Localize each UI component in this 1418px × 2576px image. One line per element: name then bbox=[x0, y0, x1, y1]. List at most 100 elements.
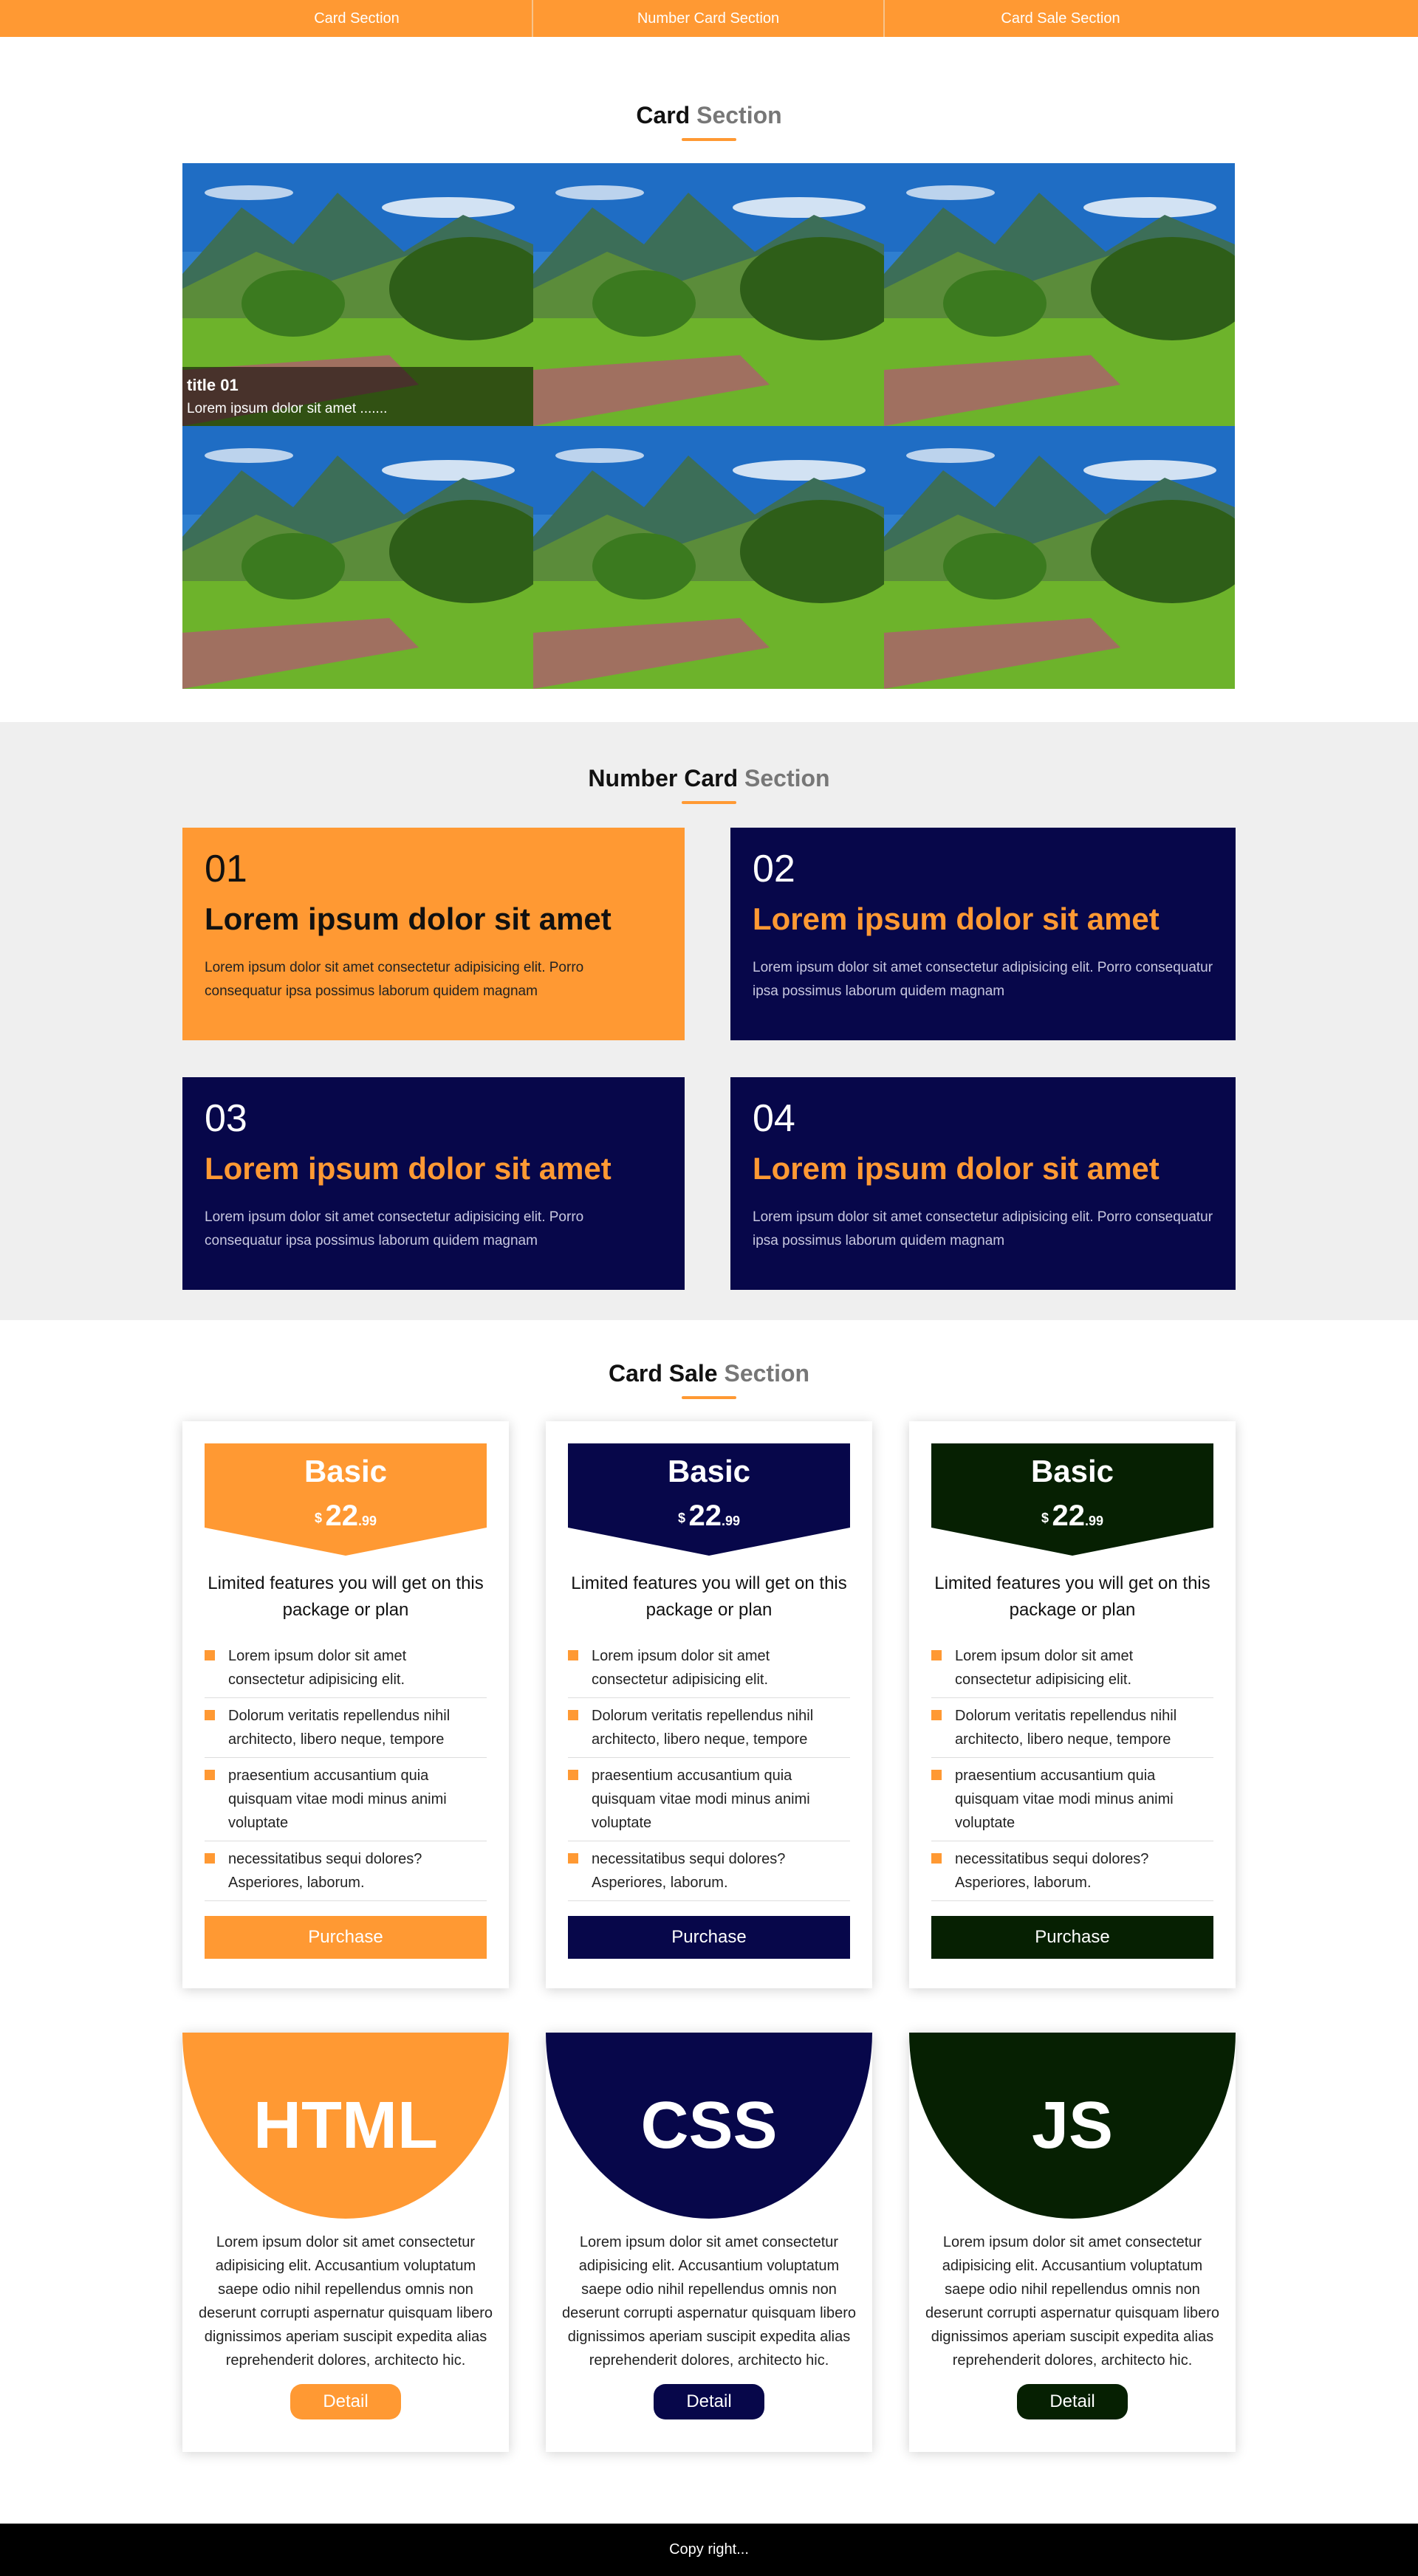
card-sale-section: Card Sale Section Basic $ 22.99 Limited … bbox=[0, 1320, 1418, 2524]
tech-label: CSS bbox=[640, 2088, 778, 2163]
feature-text: necessitatibus sequi dolores? Asperiores… bbox=[228, 1851, 422, 1891]
gallery-tile[interactable]: title 01 Lorem ipsum dolor sit amet ....… bbox=[182, 163, 533, 426]
square-bullet-icon bbox=[568, 1710, 578, 1720]
nav-link-card-section[interactable]: Card Section bbox=[182, 0, 533, 37]
detail-button[interactable]: Detail bbox=[1017, 2384, 1128, 2419]
feature-text: Lorem ipsum dolor sit amet consectetur a… bbox=[955, 1648, 1134, 1688]
feature-item: Dolorum veritatis repellendus nihil arch… bbox=[205, 1698, 487, 1758]
feature-text: praesentium accusantium quia quisquam vi… bbox=[592, 1768, 810, 1831]
card-title: Lorem ipsum dolor sit amet bbox=[205, 901, 612, 936]
detail-button[interactable]: Detail bbox=[290, 2384, 401, 2419]
price-amount: 22 bbox=[688, 1500, 722, 1532]
tech-card-grid: HTML Lorem ipsum dolor sit amet consecte… bbox=[182, 2010, 1236, 2452]
price-card: Basic $ 22.99 Limited features you will … bbox=[546, 1421, 872, 1988]
number-card-section: Number Card Section 01 Lorem ipsum dolor… bbox=[0, 722, 1418, 1320]
gallery-tile[interactable] bbox=[533, 426, 884, 689]
tech-description: Lorem ipsum dolor sit amet consectetur a… bbox=[562, 2234, 856, 2369]
plan-title: Basic bbox=[667, 1454, 751, 1488]
card-text: Lorem ipsum dolor sit amet consectetur a… bbox=[205, 1209, 584, 1248]
feature-item: Lorem ipsum dolor sit amet consectetur a… bbox=[205, 1638, 487, 1698]
landscape-image bbox=[884, 426, 1235, 689]
square-bullet-icon bbox=[205, 1770, 215, 1780]
landscape-image bbox=[182, 426, 533, 689]
landscape-image bbox=[533, 426, 884, 689]
feature-text: praesentium accusantium quia quisquam vi… bbox=[228, 1768, 447, 1831]
plan-price: $ 22.99 bbox=[205, 1500, 487, 1533]
feature-item: praesentium accusantium quia quisquam vi… bbox=[205, 1758, 487, 1841]
price-header: Basic $ 22.99 bbox=[205, 1443, 487, 1556]
price-currency: $ bbox=[678, 1511, 686, 1525]
price-cents: .99 bbox=[357, 1514, 377, 1528]
plan-description: Limited features you will get on this pa… bbox=[208, 1573, 484, 1620]
section-title: Card Section bbox=[0, 102, 1418, 129]
tile-caption-text: Lorem ipsum dolor sit amet ....... bbox=[187, 401, 388, 416]
purchase-button[interactable]: Purchase bbox=[931, 1916, 1213, 1959]
gallery-tile[interactable] bbox=[884, 163, 1235, 426]
square-bullet-icon bbox=[205, 1710, 215, 1720]
square-bullet-icon bbox=[931, 1770, 942, 1780]
number-card: 03 Lorem ipsum dolor sit amet Lorem ipsu… bbox=[182, 1077, 685, 1290]
price-cents: .99 bbox=[1084, 1514, 1103, 1528]
nav-link-number-card-section[interactable]: Number Card Section bbox=[533, 0, 885, 37]
card-text: Lorem ipsum dolor sit amet consectetur a… bbox=[753, 1209, 1213, 1248]
card-title: Lorem ipsum dolor sit amet bbox=[205, 1151, 612, 1186]
footer-text: Copy right... bbox=[669, 2541, 749, 2558]
tech-label: HTML bbox=[253, 2088, 438, 2163]
feature-item: praesentium accusantium quia quisquam vi… bbox=[931, 1758, 1213, 1841]
square-bullet-icon bbox=[931, 1710, 942, 1720]
price-card: Basic $ 22.99 Limited features you will … bbox=[182, 1421, 509, 1988]
feature-text: Dolorum veritatis repellendus nihil arch… bbox=[592, 1708, 814, 1748]
card-number: 01 bbox=[205, 848, 247, 890]
section-title-bold: Number Card bbox=[588, 765, 739, 791]
plan-description: Limited features you will get on this pa… bbox=[571, 1573, 847, 1620]
section-title: Number Card Section bbox=[0, 765, 1418, 792]
plan-description: Limited features you will get on this pa… bbox=[934, 1573, 1210, 1620]
feature-list: Lorem ipsum dolor sit amet consectetur a… bbox=[205, 1638, 487, 1901]
card-section: Card Section title 01 Lorem ipsum dolor … bbox=[0, 37, 1418, 722]
gallery-tile[interactable] bbox=[884, 426, 1235, 689]
tech-header: CSS bbox=[546, 2033, 872, 2219]
tech-card: CSS Lorem ipsum dolor sit amet consectet… bbox=[546, 2033, 872, 2452]
feature-list: Lorem ipsum dolor sit amet consectetur a… bbox=[568, 1638, 850, 1901]
number-card: 02 Lorem ipsum dolor sit amet Lorem ipsu… bbox=[730, 828, 1236, 1040]
feature-item: Lorem ipsum dolor sit amet consectetur a… bbox=[568, 1638, 850, 1698]
square-bullet-icon bbox=[205, 1853, 215, 1864]
number-card: 01 Lorem ipsum dolor sit amet Lorem ipsu… bbox=[182, 828, 685, 1040]
tile-caption-title: title 01 bbox=[187, 376, 239, 394]
gallery-tile[interactable] bbox=[182, 426, 533, 689]
feature-item: necessitatibus sequi dolores? Asperiores… bbox=[205, 1841, 487, 1901]
nav-link-card-sale-section[interactable]: Card Sale Section bbox=[885, 0, 1236, 37]
feature-text: Dolorum veritatis repellendus nihil arch… bbox=[955, 1708, 1177, 1748]
card-number: 03 bbox=[205, 1097, 247, 1140]
tech-header: JS bbox=[909, 2033, 1236, 2219]
section-title-muted: Section bbox=[724, 1360, 810, 1387]
feature-list: Lorem ipsum dolor sit amet consectetur a… bbox=[931, 1638, 1213, 1901]
card-text: Lorem ipsum dolor sit amet consectetur a… bbox=[205, 960, 584, 999]
tech-label: JS bbox=[1031, 2088, 1114, 2163]
tech-card: JS Lorem ipsum dolor sit amet consectetu… bbox=[909, 2033, 1236, 2452]
tech-header: HTML bbox=[182, 2033, 509, 2219]
price-amount: 22 bbox=[325, 1500, 358, 1532]
price-header: Basic $ 22.99 bbox=[568, 1443, 850, 1556]
feature-text: praesentium accusantium quia quisquam vi… bbox=[955, 1768, 1174, 1831]
purchase-button[interactable]: Purchase bbox=[568, 1916, 850, 1959]
gallery-tile[interactable] bbox=[533, 163, 884, 426]
tech-description: Lorem ipsum dolor sit amet consectetur a… bbox=[925, 2234, 1219, 2369]
feature-item: Dolorum veritatis repellendus nihil arch… bbox=[568, 1698, 850, 1758]
image-gallery: title 01 Lorem ipsum dolor sit amet ....… bbox=[182, 163, 1236, 689]
square-bullet-icon bbox=[568, 1853, 578, 1864]
title-underline bbox=[682, 1396, 736, 1399]
feature-item: necessitatibus sequi dolores? Asperiores… bbox=[931, 1841, 1213, 1901]
landscape-image bbox=[533, 163, 884, 426]
feature-item: Dolorum veritatis repellendus nihil arch… bbox=[931, 1698, 1213, 1758]
square-bullet-icon bbox=[568, 1650, 578, 1660]
plan-price: $ 22.99 bbox=[931, 1500, 1213, 1533]
purchase-button[interactable]: Purchase bbox=[205, 1916, 487, 1959]
square-bullet-icon bbox=[931, 1650, 942, 1660]
feature-text: Dolorum veritatis repellendus nihil arch… bbox=[228, 1708, 451, 1748]
card-title: Lorem ipsum dolor sit amet bbox=[753, 1151, 1160, 1186]
title-underline bbox=[682, 138, 736, 141]
feature-item: necessitatibus sequi dolores? Asperiores… bbox=[568, 1841, 850, 1901]
plan-price: $ 22.99 bbox=[568, 1500, 850, 1533]
detail-button[interactable]: Detail bbox=[654, 2384, 764, 2419]
